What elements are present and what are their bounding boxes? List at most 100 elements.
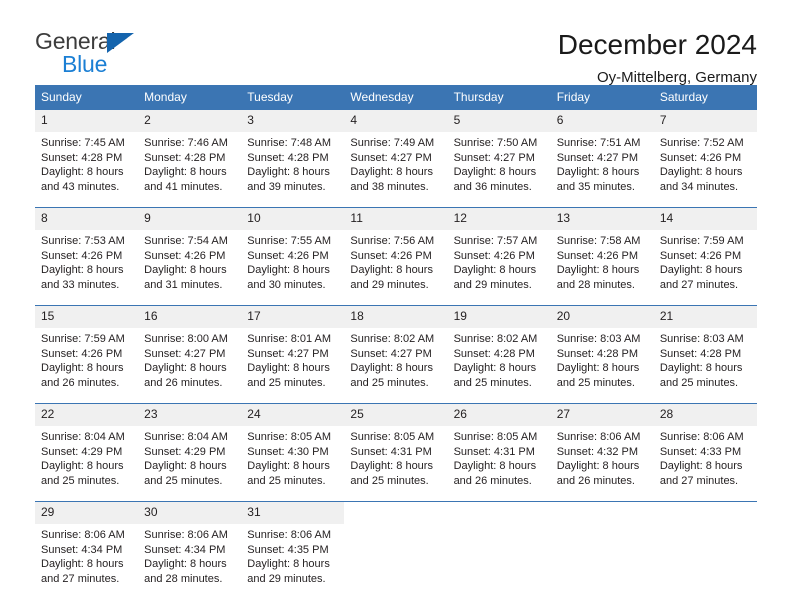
day-cell[interactable]: 11 Sunrise: 7:56 AM Sunset: 4:26 PM Dayl…	[344, 207, 448, 306]
day-number: 8	[35, 208, 139, 230]
day-cell[interactable]: 23 Sunrise: 8:04 AM Sunset: 4:29 PM Dayl…	[138, 403, 242, 502]
daylight-text-line1: Daylight: 8 hours	[453, 362, 537, 374]
day-cell[interactable]: 9 Sunrise: 7:54 AM Sunset: 4:26 PM Dayli…	[138, 207, 242, 306]
daylight-text-line1: Daylight: 8 hours	[453, 166, 537, 178]
day-details: Sunrise: 8:06 AM Sunset: 4:32 PM Dayligh…	[551, 426, 654, 501]
day-cell[interactable]: 14 Sunrise: 7:59 AM Sunset: 4:26 PM Dayl…	[653, 207, 757, 306]
day-cell[interactable]: 16 Sunrise: 8:00 AM Sunset: 4:27 PM Dayl…	[138, 305, 242, 404]
day-cell[interactable]: 19 Sunrise: 8:02 AM Sunset: 4:28 PM Dayl…	[447, 305, 551, 404]
day-cell[interactable]: 22 Sunrise: 8:04 AM Sunset: 4:29 PM Dayl…	[35, 403, 139, 502]
daylight-text-line1: Daylight: 8 hours	[350, 264, 433, 276]
sunrise-text: Sunrise: 8:06 AM	[247, 529, 332, 541]
sunrise-text: Sunrise: 8:05 AM	[453, 431, 538, 443]
day-cell[interactable]: 30 Sunrise: 8:06 AM Sunset: 4:34 PM Dayl…	[138, 501, 242, 599]
day-cell[interactable]: 21 Sunrise: 8:03 AM Sunset: 4:28 PM Dayl…	[653, 305, 757, 404]
daylight-text-line2: and 27 minutes.	[41, 572, 120, 585]
sunset-text: Sunset: 4:27 PM	[556, 151, 639, 164]
sunset-text: Sunset: 4:34 PM	[41, 543, 123, 556]
day-number: 24	[241, 404, 345, 426]
day-cell[interactable]: 15 Sunrise: 7:59 AM Sunset: 4:26 PM Dayl…	[35, 305, 139, 404]
day-number: 28	[653, 404, 757, 426]
daylight-text-line1: Daylight: 8 hours	[453, 264, 537, 276]
sunrise-text: Sunrise: 8:06 AM	[659, 431, 744, 443]
daylight-text-line2: and 34 minutes.	[659, 180, 739, 193]
weekday-header-saturday: Saturday	[653, 85, 757, 110]
daylight-text-line1: Daylight: 8 hours	[659, 460, 743, 472]
day-number: 12	[447, 208, 551, 230]
day-number: 25	[344, 404, 448, 426]
daylight-text-line2: and 39 minutes.	[247, 180, 326, 193]
sunrise-text: Sunrise: 8:02 AM	[350, 333, 435, 345]
daylight-text-line2: and 25 minutes.	[659, 376, 739, 389]
daylight-text-line1: Daylight: 8 hours	[41, 166, 124, 178]
day-cell[interactable]: 20 Sunrise: 8:03 AM Sunset: 4:28 PM Dayl…	[550, 305, 654, 404]
general-blue-logo[interactable]: General Blue	[35, 30, 155, 78]
day-details: Sunrise: 7:45 AM Sunset: 4:28 PM Dayligh…	[35, 132, 138, 207]
sunrise-text: Sunrise: 7:49 AM	[350, 137, 435, 149]
daylight-text-line2: and 25 minutes.	[247, 376, 326, 389]
day-cell[interactable]: 8 Sunrise: 7:53 AM Sunset: 4:26 PM Dayli…	[35, 207, 139, 306]
day-cell[interactable]: 26 Sunrise: 8:05 AM Sunset: 4:31 PM Dayl…	[447, 403, 551, 502]
day-cell[interactable]: 2 Sunrise: 7:46 AM Sunset: 4:28 PM Dayli…	[138, 110, 242, 208]
sunset-text: Sunset: 4:28 PM	[144, 151, 226, 164]
sunrise-text: Sunrise: 8:04 AM	[144, 431, 228, 443]
daylight-text-line1: Daylight: 8 hours	[350, 460, 433, 472]
day-number: 14	[653, 208, 757, 230]
day-number	[550, 502, 654, 524]
day-details: Sunrise: 8:05 AM Sunset: 4:31 PM Dayligh…	[448, 426, 551, 501]
daylight-text-line1: Daylight: 8 hours	[144, 166, 227, 178]
day-cell-empty	[653, 501, 757, 599]
day-cell-empty	[550, 501, 654, 599]
day-cell[interactable]: 7 Sunrise: 7:52 AM Sunset: 4:26 PM Dayli…	[653, 110, 757, 208]
daylight-text-line2: and 25 minutes.	[41, 474, 120, 487]
daylight-text-line2: and 43 minutes.	[41, 180, 120, 193]
calendar-body: 1 Sunrise: 7:45 AM Sunset: 4:28 PM Dayli…	[35, 110, 757, 599]
day-number: 29	[35, 502, 139, 524]
daylight-text-line2: and 27 minutes.	[659, 278, 739, 291]
sunrise-text: Sunrise: 7:59 AM	[659, 235, 744, 247]
day-cell[interactable]: 29 Sunrise: 8:06 AM Sunset: 4:34 PM Dayl…	[35, 501, 139, 599]
day-cell[interactable]: 1 Sunrise: 7:45 AM Sunset: 4:28 PM Dayli…	[35, 110, 139, 208]
sunrise-text: Sunrise: 7:46 AM	[144, 137, 228, 149]
day-cell[interactable]: 28 Sunrise: 8:06 AM Sunset: 4:33 PM Dayl…	[653, 403, 757, 502]
day-cell[interactable]: 27 Sunrise: 8:06 AM Sunset: 4:32 PM Dayl…	[550, 403, 654, 502]
day-cell[interactable]: 25 Sunrise: 8:05 AM Sunset: 4:31 PM Dayl…	[344, 403, 448, 502]
day-details: Sunrise: 8:03 AM Sunset: 4:28 PM Dayligh…	[654, 328, 757, 403]
daylight-text-line1: Daylight: 8 hours	[144, 460, 227, 472]
sunrise-text: Sunrise: 8:02 AM	[453, 333, 538, 345]
daylight-text-line2: and 25 minutes.	[350, 474, 429, 487]
daylight-text-line2: and 25 minutes.	[350, 376, 429, 389]
day-details: Sunrise: 7:59 AM Sunset: 4:26 PM Dayligh…	[654, 230, 757, 305]
sunrise-text: Sunrise: 7:57 AM	[453, 235, 538, 247]
day-cell[interactable]: 12 Sunrise: 7:57 AM Sunset: 4:26 PM Dayl…	[447, 207, 551, 306]
day-cell[interactable]: 17 Sunrise: 8:01 AM Sunset: 4:27 PM Dayl…	[241, 305, 345, 404]
sunrise-text: Sunrise: 8:06 AM	[41, 529, 125, 541]
daylight-text-line2: and 25 minutes.	[556, 376, 635, 389]
day-cell[interactable]: 24 Sunrise: 8:05 AM Sunset: 4:30 PM Dayl…	[241, 403, 345, 502]
day-cell[interactable]: 10 Sunrise: 7:55 AM Sunset: 4:26 PM Dayl…	[241, 207, 345, 306]
daylight-text-line1: Daylight: 8 hours	[144, 264, 227, 276]
day-details: Sunrise: 7:51 AM Sunset: 4:27 PM Dayligh…	[551, 132, 654, 207]
day-cell[interactable]: 3 Sunrise: 7:48 AM Sunset: 4:28 PM Dayli…	[241, 110, 345, 208]
page-subtitle: Oy-Mittelberg, Germany	[596, 68, 757, 86]
daylight-text-line2: and 29 minutes.	[453, 278, 532, 291]
day-number	[344, 502, 448, 524]
day-cell[interactable]: 31 Sunrise: 8:06 AM Sunset: 4:35 PM Dayl…	[241, 501, 345, 599]
day-number	[447, 502, 551, 524]
day-cell[interactable]: 6 Sunrise: 7:51 AM Sunset: 4:27 PM Dayli…	[550, 110, 654, 208]
weekday-header-sunday: Sunday	[35, 85, 139, 110]
day-cell[interactable]: 4 Sunrise: 7:49 AM Sunset: 4:27 PM Dayli…	[344, 110, 448, 208]
day-cell[interactable]: 5 Sunrise: 7:50 AM Sunset: 4:27 PM Dayli…	[447, 110, 551, 208]
daylight-text-line2: and 29 minutes.	[350, 278, 429, 291]
day-cell[interactable]: 18 Sunrise: 8:02 AM Sunset: 4:27 PM Dayl…	[344, 305, 448, 404]
day-details: Sunrise: 7:52 AM Sunset: 4:26 PM Dayligh…	[654, 132, 757, 207]
sunrise-text: Sunrise: 7:51 AM	[556, 137, 641, 149]
day-number: 23	[138, 404, 242, 426]
day-cell[interactable]: 13 Sunrise: 7:58 AM Sunset: 4:26 PM Dayl…	[550, 207, 654, 306]
sunset-text: Sunset: 4:26 PM	[144, 249, 226, 262]
day-number	[653, 502, 757, 524]
sunset-text: Sunset: 4:31 PM	[453, 445, 535, 458]
sunrise-text: Sunrise: 7:56 AM	[350, 235, 435, 247]
sunset-text: Sunset: 4:26 PM	[453, 249, 535, 262]
day-details: Sunrise: 8:06 AM Sunset: 4:34 PM Dayligh…	[138, 524, 241, 599]
